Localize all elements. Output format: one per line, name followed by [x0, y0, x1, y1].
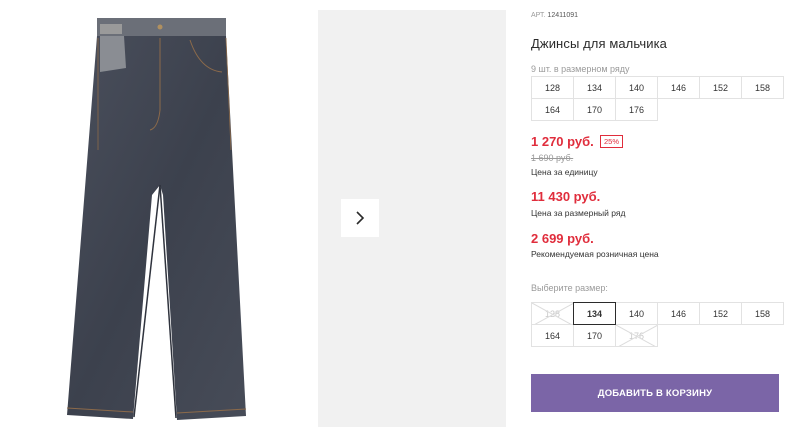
- unavailable-cross-icon: [616, 325, 657, 346]
- add-to-cart-button[interactable]: ДОБАВИТЬ В КОРЗИНУ: [531, 374, 779, 412]
- size-option-label: 170: [586, 330, 603, 341]
- retail-price-note: Рекомендуемая розничная цена: [531, 249, 659, 259]
- size-range-table: 128 134 140 146 152 158 164 170 176: [531, 76, 784, 121]
- size-option-label: 164: [544, 330, 561, 341]
- unit-price-note: Цена за единицу: [531, 167, 598, 177]
- retail-price: 2 699 руб.: [531, 231, 594, 246]
- size-range-cell: 164: [531, 98, 574, 121]
- size-option-146[interactable]: 146: [657, 302, 700, 325]
- size-option-176: 176: [615, 324, 658, 347]
- size-picker: 128 134 140 146 152 158 164 170 176: [531, 302, 784, 347]
- size-range-cell: 134: [573, 76, 616, 99]
- size-option-128: 128: [531, 302, 574, 325]
- unit-price: 1 270 руб.: [531, 134, 594, 149]
- range-price: 11 430 руб.: [531, 189, 601, 204]
- size-option-158[interactable]: 158: [741, 302, 784, 325]
- size-range-cell: 128: [531, 76, 574, 99]
- product-photo-jeans[interactable]: [0, 10, 310, 427]
- size-option-170[interactable]: 170: [573, 324, 616, 347]
- chevron-right-icon: [356, 211, 365, 225]
- size-picker-caption: Выберите размер:: [531, 283, 608, 293]
- range-price-note: Цена за размерный ряд: [531, 208, 626, 218]
- discount-badge: 25%: [600, 135, 624, 148]
- article-label: АРТ.: [531, 12, 546, 19]
- size-option-label: 158: [754, 308, 771, 319]
- size-option-140[interactable]: 140: [615, 302, 658, 325]
- size-option-134[interactable]: 134: [573, 302, 616, 325]
- size-range-cell: 176: [615, 98, 658, 121]
- jeans-image: [66, 18, 247, 420]
- product-title: Джинсы для мальчика: [531, 36, 668, 51]
- size-range-cell: 170: [573, 98, 616, 121]
- article-value: 12411091: [547, 12, 579, 19]
- size-range-caption: 9 шт. в размерном ряду: [531, 64, 630, 74]
- size-range-cell: 140: [615, 76, 658, 99]
- size-option-label: 152: [712, 308, 729, 319]
- size-range-cell: 152: [699, 76, 742, 99]
- article-number: АРТ. 12411091: [531, 12, 578, 19]
- product-info: АРТ. 12411091 Джинсы для мальчика 9 шт. …: [531, 0, 800, 427]
- gallery-next-button[interactable]: [341, 199, 379, 237]
- old-price: 1 690 руб.: [531, 153, 574, 163]
- size-range-cell: 158: [741, 76, 784, 99]
- size-option-152[interactable]: 152: [699, 302, 742, 325]
- size-option-label: 146: [670, 308, 687, 319]
- unavailable-cross-icon: [532, 303, 573, 324]
- size-option-label: 134: [586, 308, 603, 319]
- size-option-label: 140: [628, 308, 645, 319]
- size-option-164[interactable]: 164: [531, 324, 574, 347]
- product-gallery: [0, 0, 506, 427]
- size-range-cell: 146: [657, 76, 700, 99]
